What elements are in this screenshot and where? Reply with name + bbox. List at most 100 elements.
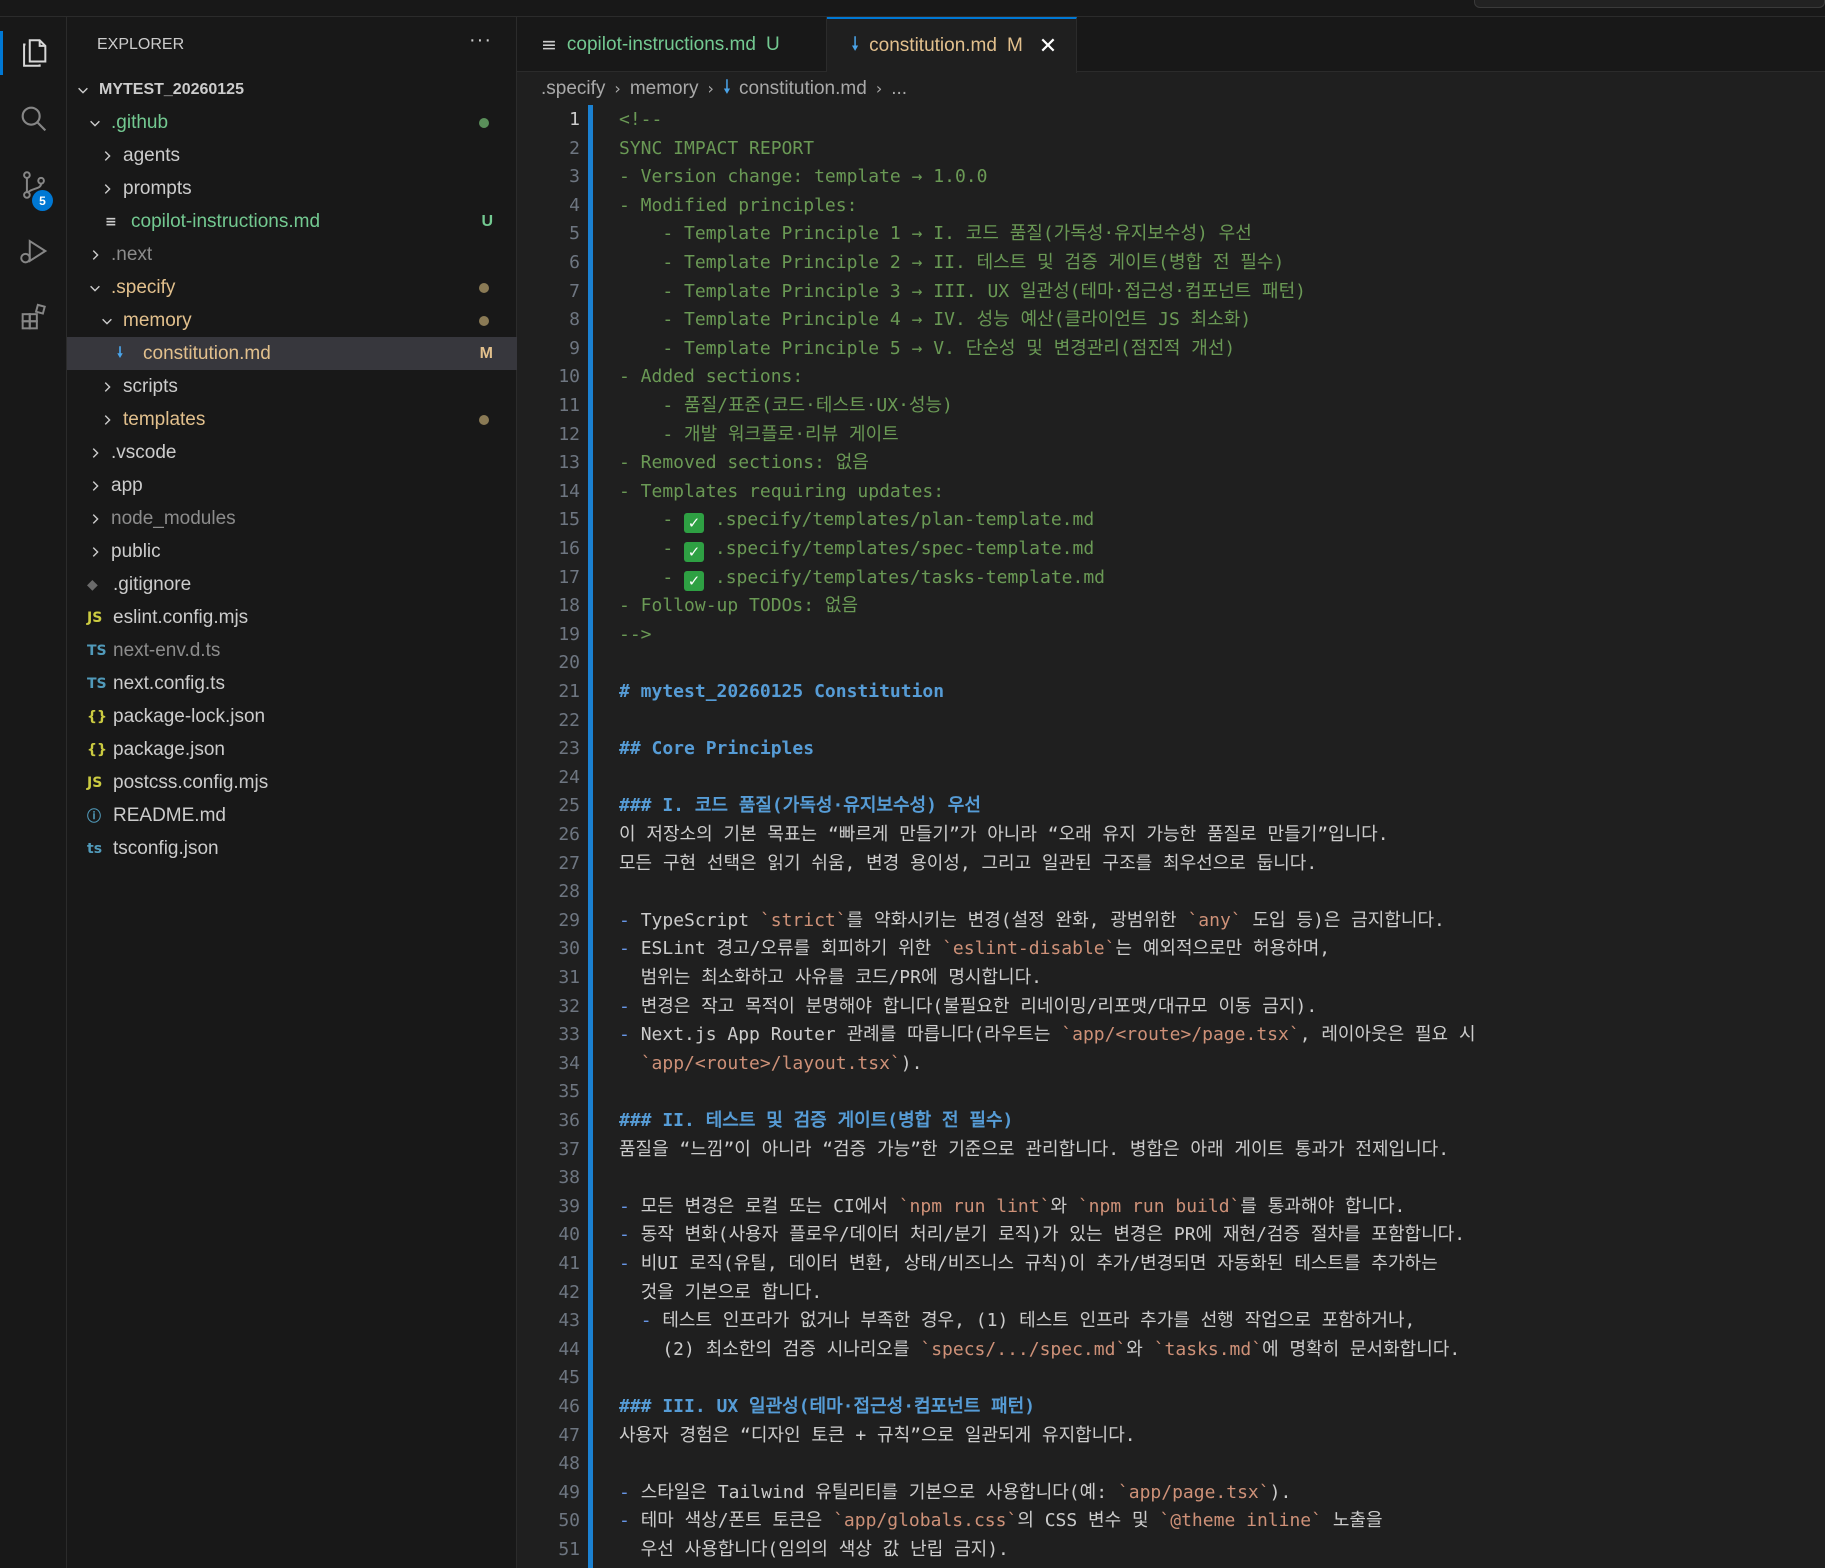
tree-file[interactable]: {} package-lock.json <box>67 700 517 733</box>
tree-file[interactable]: JS postcss.config.mjs <box>67 766 517 799</box>
tree-folder[interactable]: .next <box>67 238 517 271</box>
tree-folder[interactable]: agents <box>67 139 517 172</box>
tree-file[interactable]: TS next-env.d.ts <box>67 634 517 667</box>
tree-file[interactable]: TS next.config.ts <box>67 667 517 700</box>
tree-item-label: .github <box>111 111 169 133</box>
breadcrumb-item[interactable]: ... <box>891 78 907 100</box>
code-token: - Follow-up TODOs: 없음 <box>619 595 859 617</box>
extensions-icon <box>21 303 46 330</box>
line-number: 47 <box>558 1424 580 1446</box>
tree-file[interactable]: JS eslint.config.mjs <box>67 601 517 634</box>
code-token: 범위는 최소화하고 사유를 코드/PR에 명시합니다. <box>619 967 1043 988</box>
more-actions-icon[interactable]: ··· <box>469 29 492 52</box>
tree-file[interactable]: ts tsconfig.json <box>67 832 517 865</box>
code-text: - 스타일은 Tailwind 유틸리티를 기본으로 사용합니다(예: `app… <box>619 1479 1291 1508</box>
code-token: `eslint-disable` <box>942 938 1116 960</box>
chevron-right-icon <box>87 445 103 461</box>
tree-folder[interactable]: public <box>67 535 517 568</box>
tree-folder[interactable]: templates <box>67 403 517 436</box>
code-line: 13 - Removed sections: 없음 <box>517 449 1825 478</box>
code-text: - 비UI 로직(유틸, 데이터 변환, 상태/비즈니스 규칙)이 추가/변경되… <box>619 1250 1438 1279</box>
code-token: `strict` <box>759 909 847 931</box>
line-number: 22 <box>558 709 580 731</box>
code-text: - Removed sections: 없음 <box>619 449 869 478</box>
tab-copilot-instructions[interactable]: ≡ copilot-instructions.md U <box>517 17 827 72</box>
markdown-file-icon: ≡ <box>105 213 117 230</box>
code-token: `app/<route>/page.tsx` <box>1061 1024 1300 1046</box>
code-token: 에 명확히 문서화합니다. <box>1262 1338 1461 1360</box>
tree-folder[interactable]: .vscode <box>67 436 517 469</box>
code-token: - Modified principles: <box>619 194 858 216</box>
chevron-right-icon <box>99 148 115 164</box>
chevron-right-icon <box>87 511 103 527</box>
tree-folder[interactable]: scripts <box>67 370 517 403</box>
tree-folder[interactable]: .specify <box>67 271 517 304</box>
code-token: --> <box>619 623 652 645</box>
tab-constitution[interactable]: 🠗 constitution.md M ✕ <box>827 17 1077 73</box>
command-center[interactable] <box>1474 0 1825 8</box>
code-token: - <box>619 566 685 588</box>
breadcrumb-item[interactable]: constitution.md <box>739 78 867 100</box>
code-token: .specify/templates/plan-template.md <box>704 509 1095 531</box>
code-token: - Templates requiring updates: <box>619 480 945 502</box>
tree-folder[interactable]: .github <box>67 106 517 139</box>
code-line: 8 - Template Principle 4 → IV. 성능 예산(클라이… <box>517 306 1825 335</box>
line-number: 28 <box>558 881 580 903</box>
code-line: 36 ### II. 테스트 및 검증 게이트(병합 전 필수) <box>517 1107 1825 1136</box>
line-number: 51 <box>558 1539 580 1560</box>
tree-item-label: prompts <box>123 177 192 199</box>
tree-file[interactable]: 🠗 constitution.md M <box>67 337 517 370</box>
activity-bar: 5 <box>0 17 67 1568</box>
code-token: ### I. 코드 품질(가독성·유지보수성) 우선 <box>619 795 981 817</box>
extensions-activity-button[interactable] <box>0 289 67 345</box>
typescript-file-icon: TS <box>87 675 107 692</box>
code-editor[interactable]: 1 <!-- 2 SYNC IMPACT REPORT 3 - Version chang… <box>517 105 1825 1568</box>
run-debug-activity-button[interactable] <box>0 223 67 279</box>
close-icon[interactable]: ✕ <box>1039 34 1057 59</box>
git-status-dot <box>479 414 489 425</box>
code-text: ## Core Principles <box>619 735 814 764</box>
git-status-dot <box>479 315 489 326</box>
breadcrumb-item[interactable]: memory <box>630 78 699 100</box>
workspace-root[interactable]: MYTEST_20260125 <box>67 73 517 106</box>
chevron-right-icon: › <box>875 79 883 98</box>
tree-folder[interactable]: node_modules <box>67 502 517 535</box>
line-number: 8 <box>569 309 580 331</box>
code-text: ### I. 코드 품질(가독성·유지보수성) 우선 <box>619 792 981 821</box>
code-token: - <box>619 538 685 559</box>
tree-folder[interactable]: app <box>67 469 517 502</box>
tree-file[interactable]: ⓘ README.md <box>67 799 517 832</box>
code-line: 38 <box>517 1164 1825 1193</box>
code-token: - 품질/표준(코드·테스트·UX·성능) <box>619 395 953 416</box>
code-text: - 변경은 작고 목적이 분명해야 합니다(불필요한 리네이밍/리포맷/대규모 … <box>619 993 1317 1022</box>
chevron-down-icon <box>99 313 115 329</box>
code-text: 범위는 최소화하고 사유를 코드/PR에 명시합니다. <box>619 964 1042 993</box>
tree-file[interactable]: ◆ .gitignore <box>67 568 517 601</box>
code-text: - Template Principle 5 → V. 단순성 및 변경관리(점… <box>619 335 1235 364</box>
breadcrumb: .specify › memory › 🠗 constitution.md › … <box>541 72 907 105</box>
source-control-activity-button[interactable]: 5 <box>0 157 67 213</box>
code-token: `npm run build` <box>1077 1195 1241 1217</box>
code-token: ESLint 경고/오류를 회피하기 위한 <box>640 938 943 960</box>
tree-item-label: app <box>111 474 143 496</box>
explorer-activity-button[interactable] <box>0 25 67 81</box>
code-token: - <box>619 938 641 960</box>
tree-file[interactable]: ≡ copilot-instructions.md U <box>67 205 517 238</box>
breadcrumb-item[interactable]: .specify <box>541 78 605 100</box>
code-token: 를 통과해야 합니다. <box>1240 1195 1406 1217</box>
file-tree: MYTEST_20260125 .github agents prompts ≡ cop… <box>67 73 517 865</box>
code-token: , 레이아웃은 필요 시 <box>1299 1024 1476 1046</box>
chevron-right-icon: › <box>614 79 621 98</box>
code-line: 2 SYNC IMPACT REPORT <box>517 135 1825 164</box>
code-token: 노출을 <box>1321 1510 1383 1532</box>
code-token: ). <box>900 1052 923 1074</box>
line-number: 15 <box>558 509 580 531</box>
tree-folder[interactable]: memory <box>67 304 517 337</box>
tree-file[interactable]: {} package.json <box>67 733 517 766</box>
tree-folder[interactable]: prompts <box>67 172 517 205</box>
json-file-icon: {} <box>87 741 107 758</box>
search-activity-button[interactable] <box>0 91 67 147</box>
code-text: - 모든 변경은 로컬 또는 CI에서 `npm run lint`와 `npm… <box>619 1193 1405 1222</box>
code-text: - 다크 모드(선호 색상 스킴)의 대비를 고려합니다. <box>619 1565 1042 1568</box>
checkmark-icon: ✓ <box>684 513 705 534</box>
